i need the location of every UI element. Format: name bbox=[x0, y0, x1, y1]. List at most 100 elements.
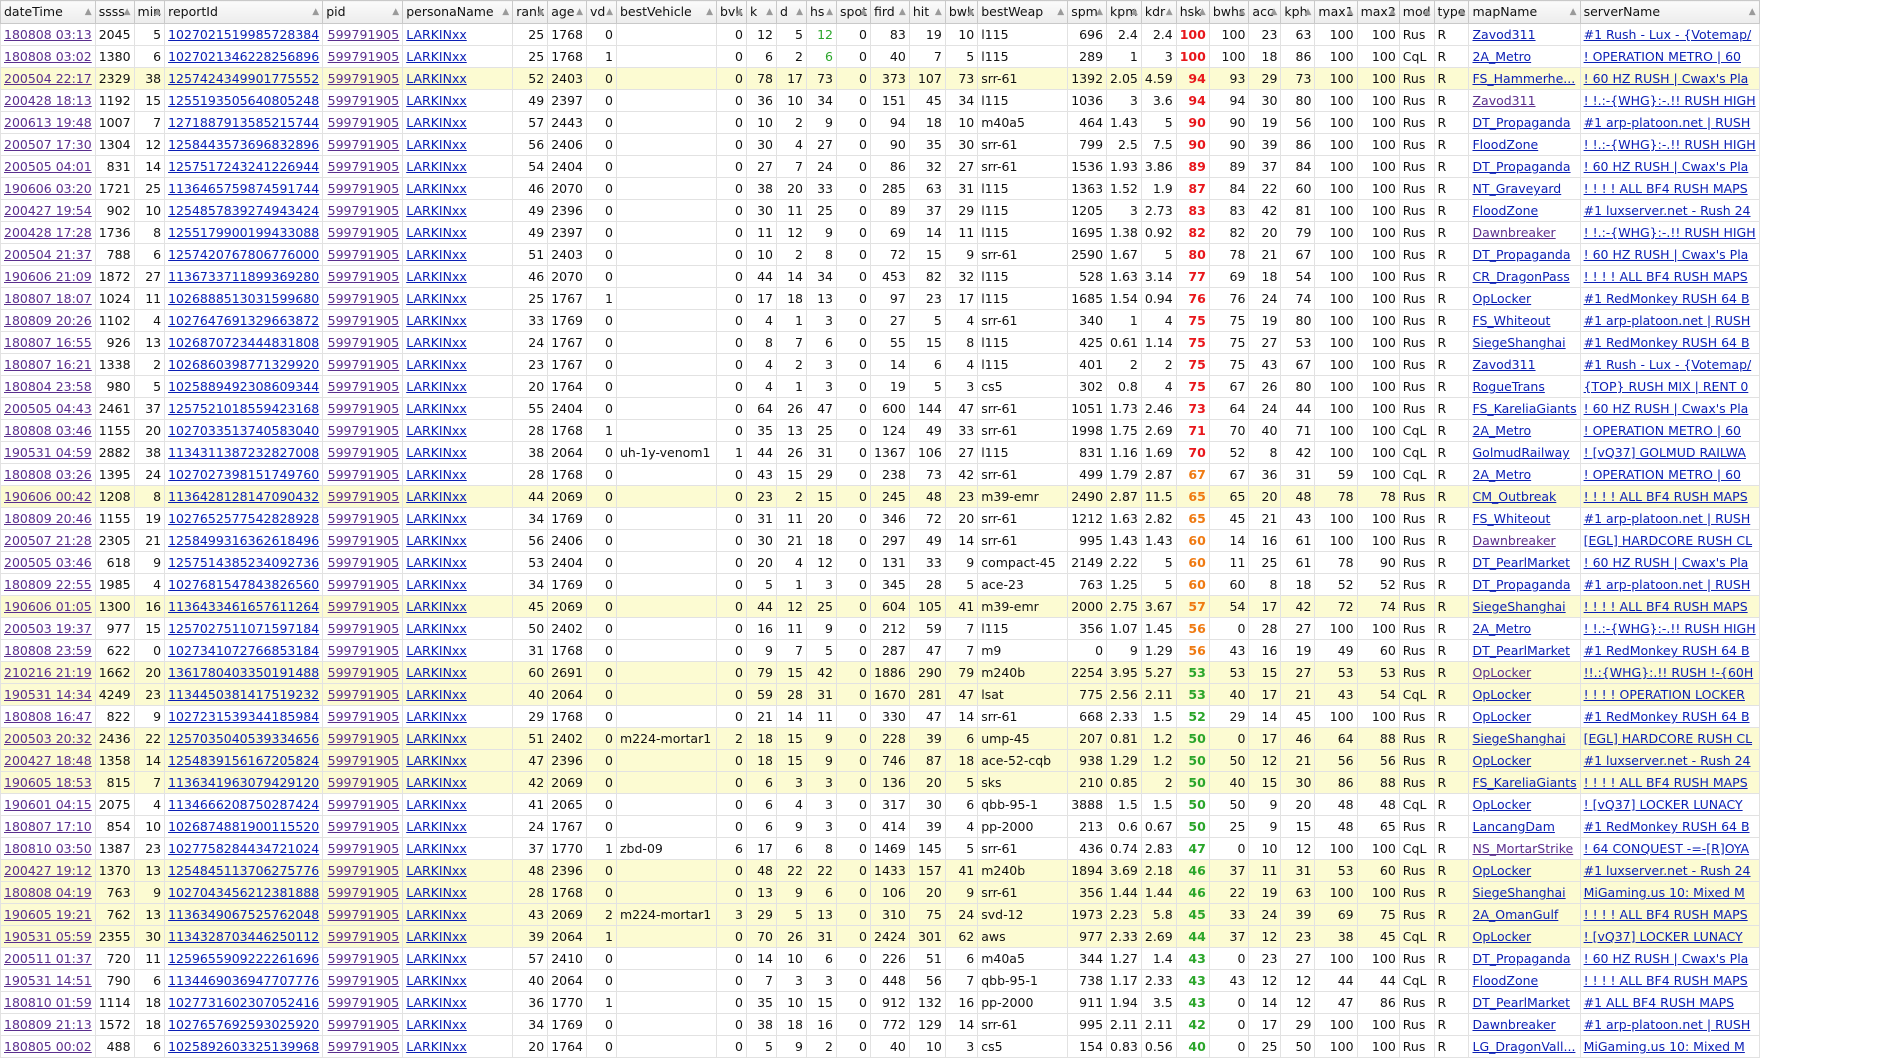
cell-datetime[interactable]: 190531 14:34 bbox=[0, 683, 96, 706]
cell-servername[interactable]: ! ! ! ! ALL BF4 RUSH MAPS bbox=[1579, 265, 1760, 288]
col-header-kph[interactable]: kph ▲ bbox=[1280, 0, 1316, 24]
cell-pid[interactable]: 599791905 bbox=[322, 639, 404, 662]
sort-arrow-icon[interactable]: ▲ bbox=[392, 2, 399, 23]
cell-personaname[interactable]: LARKINxx bbox=[402, 111, 514, 134]
cell-mapname[interactable]: Dawnbreaker bbox=[1468, 529, 1581, 552]
sort-arrow-icon[interactable]: ▲ bbox=[1749, 2, 1756, 23]
cell-pid[interactable]: 599791905 bbox=[322, 947, 404, 970]
cell-personaname[interactable]: LARKINxx bbox=[402, 463, 514, 486]
cell-servername[interactable]: ! ! ! ! ALL BF4 RUSH MAPS bbox=[1579, 177, 1760, 200]
cell-datetime[interactable]: 180805 00:02 bbox=[0, 1035, 96, 1058]
cell-servername[interactable]: [EGL] HARDCORE RUSH CL bbox=[1579, 529, 1760, 552]
cell-datetime[interactable]: 200427 19:54 bbox=[0, 199, 96, 222]
cell-reportid[interactable]: 1136733711899369280 bbox=[164, 265, 324, 288]
cell-datetime[interactable]: 200503 20:32 bbox=[0, 727, 96, 750]
cell-mapname[interactable]: SiegeShanghai bbox=[1468, 331, 1581, 354]
cell-servername[interactable]: ! ! ! ! ALL BF4 RUSH MAPS bbox=[1579, 595, 1760, 618]
cell-mapname[interactable]: OpLocker bbox=[1468, 925, 1581, 948]
cell-servername[interactable]: ! ! ! ! ALL BF4 RUSH MAPS bbox=[1579, 903, 1760, 926]
cell-servername[interactable]: ! 60 HZ RUSH | Cwax's Pla bbox=[1579, 67, 1760, 90]
sort-arrow-icon[interactable]: ▲ bbox=[606, 2, 613, 23]
col-header-d[interactable]: d ▲ bbox=[776, 0, 807, 24]
sort-arrow-icon[interactable]: ▲ bbox=[1389, 2, 1396, 23]
cell-servername[interactable]: [EGL] HARDCORE RUSH CL bbox=[1579, 727, 1760, 750]
cell-reportid[interactable]: 1026874881900115520 bbox=[164, 815, 324, 838]
cell-reportid[interactable]: 1136341963079429120 bbox=[164, 771, 324, 794]
cell-datetime[interactable]: 200505 03:46 bbox=[0, 551, 96, 574]
cell-personaname[interactable]: LARKINxx bbox=[402, 199, 514, 222]
cell-datetime[interactable]: 180809 21:13 bbox=[0, 1013, 96, 1036]
table-row[interactable]: 200504 21:37 788 6 1257420767806776000 59979… bbox=[0, 243, 1760, 266]
cell-datetime[interactable]: 180810 01:59 bbox=[0, 991, 96, 1014]
col-header-vd[interactable]: vd ▲ bbox=[586, 0, 617, 24]
cell-mapname[interactable]: FloodZone bbox=[1468, 199, 1581, 222]
table-row[interactable]: 180808 23:59 622 0 1027341072766853184 59979… bbox=[0, 639, 1760, 662]
col-header-reportid[interactable]: reportId ▲ bbox=[164, 0, 324, 24]
cell-mapname[interactable]: SiegeShanghai bbox=[1468, 881, 1581, 904]
cell-pid[interactable]: 599791905 bbox=[322, 441, 404, 464]
cell-servername[interactable]: #1 RedMonkey RUSH 64 B bbox=[1579, 705, 1760, 728]
table-row[interactable]: 180807 18:07 1024 11 1026888513031599680 599… bbox=[0, 287, 1760, 310]
sort-arrow-icon[interactable]: ▲ bbox=[796, 2, 803, 23]
cell-servername[interactable]: ! 60 HZ RUSH | Cwax's Pla bbox=[1579, 243, 1760, 266]
cell-reportid[interactable]: 1259655909222261696 bbox=[164, 947, 324, 970]
cell-pid[interactable]: 599791905 bbox=[322, 155, 404, 178]
sort-arrow-icon[interactable]: ▲ bbox=[502, 2, 509, 23]
col-header-mod[interactable]: mod ▲ bbox=[1398, 0, 1435, 24]
cell-reportid[interactable]: 1027731602307052416 bbox=[164, 991, 324, 1014]
cell-datetime[interactable]: 180808 23:59 bbox=[0, 639, 96, 662]
cell-personaname[interactable]: LARKINxx bbox=[402, 749, 514, 772]
cell-servername[interactable]: ! OPERATION METRO | 60 bbox=[1579, 463, 1760, 486]
cell-mapname[interactable]: NT_Graveyard bbox=[1468, 177, 1581, 200]
cell-mapname[interactable]: 2A_Metro bbox=[1468, 419, 1581, 442]
cell-mapname[interactable]: FS_KareliaGiants bbox=[1468, 397, 1581, 420]
cell-datetime[interactable]: 200613 19:48 bbox=[0, 111, 96, 134]
cell-servername[interactable]: #1 arp-platoon.net | RUSH bbox=[1579, 309, 1760, 332]
col-header-spot[interactable]: spot ▲ bbox=[836, 0, 871, 24]
cell-datetime[interactable]: 180809 20:46 bbox=[0, 507, 96, 530]
cell-personaname[interactable]: LARKINxx bbox=[402, 925, 514, 948]
table-row[interactable]: 210216 21:19 1662 20 1361780403350191488 599… bbox=[0, 661, 1760, 684]
cell-pid[interactable]: 599791905 bbox=[322, 551, 404, 574]
col-header-age[interactable]: age ▲ bbox=[547, 0, 587, 24]
cell-reportid[interactable]: 1026870723444831808 bbox=[164, 331, 324, 354]
table-row[interactable]: 180808 03:26 1395 24 1027027398151749760 599… bbox=[0, 463, 1760, 486]
cell-datetime[interactable]: 200507 17:30 bbox=[0, 133, 96, 156]
cell-pid[interactable]: 599791905 bbox=[322, 1035, 404, 1058]
cell-personaname[interactable]: LARKINxx bbox=[402, 573, 514, 596]
cell-mapname[interactable]: 2A_OmanGulf bbox=[1468, 903, 1581, 926]
cell-reportid[interactable]: 1027043456212381888 bbox=[164, 881, 324, 904]
cell-personaname[interactable]: LARKINxx bbox=[402, 639, 514, 662]
cell-mapname[interactable]: FS_Whiteout bbox=[1468, 507, 1581, 530]
cell-mapname[interactable]: GolmudRailway bbox=[1468, 441, 1581, 464]
table-row[interactable]: 200613 19:48 1007 7 1271887913585215744 5997… bbox=[0, 111, 1760, 134]
table-row[interactable]: 190601 04:15 2075 4 1134666208750287424 5997… bbox=[0, 793, 1760, 816]
sort-arrow-icon[interactable]: ▲ bbox=[576, 2, 583, 23]
table-row[interactable]: 200505 04:43 2461 37 1257521018559423168 599… bbox=[0, 397, 1760, 420]
cell-personaname[interactable]: LARKINxx bbox=[402, 1035, 514, 1058]
cell-pid[interactable]: 599791905 bbox=[322, 793, 404, 816]
cell-pid[interactable]: 599791905 bbox=[322, 67, 404, 90]
cell-personaname[interactable]: LARKINxx bbox=[402, 617, 514, 640]
cell-datetime[interactable]: 190605 18:53 bbox=[0, 771, 96, 794]
cell-reportid[interactable]: 1257035040539334656 bbox=[164, 727, 324, 750]
cell-personaname[interactable]: LARKINxx bbox=[402, 991, 514, 1014]
table-row[interactable]: 180809 20:26 1102 4 1027647691329663872 5997… bbox=[0, 309, 1760, 332]
cell-mapname[interactable]: 2A_Metro bbox=[1468, 463, 1581, 486]
cell-pid[interactable]: 599791905 bbox=[322, 925, 404, 948]
cell-pid[interactable]: 599791905 bbox=[322, 133, 404, 156]
cell-datetime[interactable]: 190606 21:09 bbox=[0, 265, 96, 288]
cell-mapname[interactable]: OpLocker bbox=[1468, 683, 1581, 706]
cell-servername[interactable]: ! [vQ37] GOLMUD RAILWA bbox=[1579, 441, 1760, 464]
cell-datetime[interactable]: 180807 18:07 bbox=[0, 287, 96, 310]
col-header-kdr[interactable]: kdr ▲ bbox=[1140, 0, 1177, 24]
cell-datetime[interactable]: 180808 03:02 bbox=[0, 45, 96, 68]
table-row[interactable]: 200511 01:37 720 11 1259655909222261696 5997… bbox=[0, 947, 1760, 970]
table-row[interactable]: 180809 21:13 1572 18 1027657692593025920 599… bbox=[0, 1013, 1760, 1036]
cell-datetime[interactable]: 190606 00:42 bbox=[0, 485, 96, 508]
cell-personaname[interactable]: LARKINxx bbox=[402, 397, 514, 420]
cell-mapname[interactable]: CR_DragonPass bbox=[1468, 265, 1581, 288]
cell-servername[interactable]: #1 Rush - Lux - {Votemap/ bbox=[1579, 23, 1760, 46]
table-row[interactable]: 180808 03:02 1380 6 1027021346228256896 5997… bbox=[0, 45, 1760, 68]
cell-mapname[interactable]: FloodZone bbox=[1468, 969, 1581, 992]
